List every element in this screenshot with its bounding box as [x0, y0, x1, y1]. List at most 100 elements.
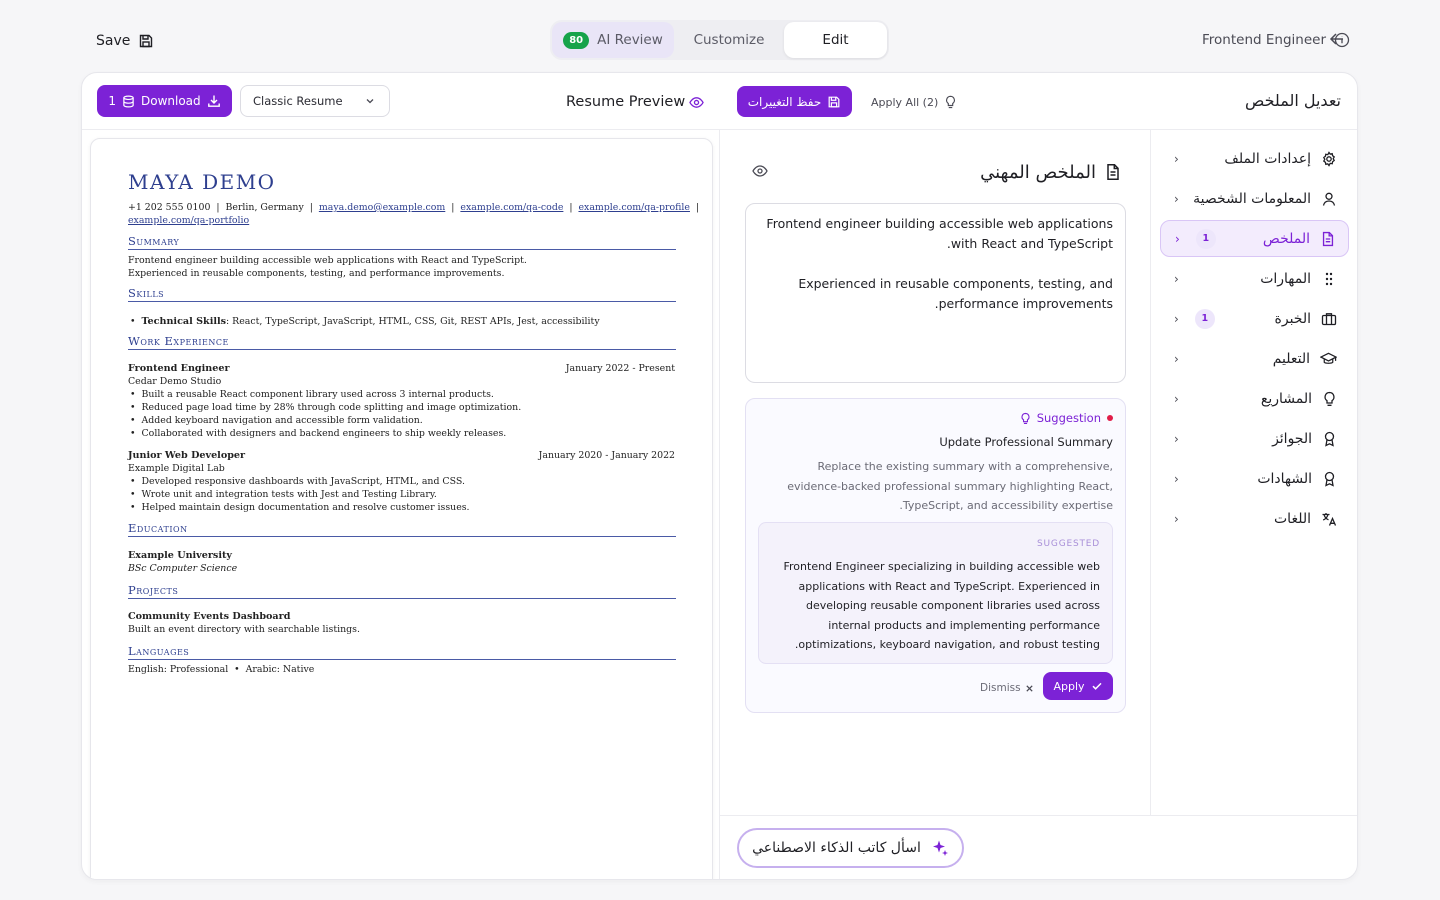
- nav-item-languages[interactable]: › اللغات: [1160, 500, 1349, 537]
- ask-ai-writer-button[interactable]: اسأل كاتب الذكاء الاصطناعي: [737, 828, 964, 868]
- rule: [128, 536, 676, 537]
- nav-label: المشاريع: [1260, 390, 1312, 407]
- chevron-right-icon: ›: [1175, 231, 1180, 246]
- resume-bullet: • Collaborated with designers and backen…: [130, 428, 507, 439]
- resume-bullet-text: Helped maintain design documentation and…: [141, 502, 470, 513]
- suggestion-title: Update Professional Summary: [939, 435, 1113, 449]
- save-changes-label: حفظ التغييرات: [747, 94, 822, 109]
- nav-item-summary[interactable]: › 1 الملخص: [1160, 220, 1349, 257]
- chevron-right-icon: ›: [1174, 511, 1179, 526]
- nav-item-awards[interactable]: › الجوائز: [1160, 420, 1349, 457]
- suggestion-card: Suggestion Update Professional Summary R…: [745, 398, 1126, 713]
- chevron-right-icon: ›: [1174, 151, 1179, 166]
- chevron-down-icon: [365, 96, 375, 106]
- nav-item-education[interactable]: › التعليم: [1160, 340, 1349, 377]
- nav-label: الخبرة: [1274, 310, 1311, 327]
- suggestion-label-row: Suggestion: [1020, 411, 1113, 425]
- mode-tabs: 80 AI Review Customize Edit: [550, 20, 889, 60]
- apply-button[interactable]: Apply: [1043, 672, 1113, 700]
- download-count: 1: [108, 94, 116, 108]
- lightbulb-icon: [1020, 412, 1031, 425]
- tab-ai-review-label: AI Review: [597, 32, 663, 48]
- resume-bullet-text: Developed responsive dashboards with Jav…: [141, 476, 465, 487]
- save-label: Save: [96, 33, 131, 49]
- nav-label: الشهادات: [1257, 470, 1312, 487]
- user-icon: [1321, 191, 1337, 207]
- suggested-label: SUGGESTED: [1037, 539, 1100, 549]
- chevron-right-icon: ›: [1174, 391, 1179, 406]
- suggestion-description: Replace the existing summary with a comp…: [787, 460, 1113, 512]
- nav-label: الجوائز: [1272, 430, 1312, 447]
- rule: [128, 301, 676, 302]
- eye-icon[interactable]: [752, 163, 768, 179]
- nav-badge: 1: [1195, 228, 1216, 249]
- chevron-right-icon: ›: [1174, 191, 1179, 206]
- arrow-left-icon[interactable]: [1328, 30, 1346, 48]
- nav-item-certificates[interactable]: › الشهادات: [1160, 460, 1349, 497]
- tab-edit[interactable]: Edit: [784, 22, 887, 58]
- eye-icon[interactable]: [689, 95, 704, 110]
- save-button[interactable]: Save: [96, 30, 154, 52]
- nav-divider: [1150, 129, 1151, 815]
- resume-bullet-text: Collaborated with designers and backend …: [141, 428, 507, 439]
- chevron-right-icon: ›: [1174, 271, 1179, 286]
- nav-label: إعدادات الملف: [1224, 150, 1311, 167]
- resume-bullet: • Helped maintain design documentation a…: [130, 502, 470, 513]
- resume-skills-value: : React, TypeScript, JavaScript, HTML, C…: [226, 316, 600, 327]
- resume-section-languages: Languages: [128, 644, 190, 658]
- resume-section-skills: Skills: [128, 286, 165, 300]
- nav-label: المعلومات الشخصية: [1193, 190, 1311, 207]
- lightbulb-icon: [1322, 391, 1337, 407]
- check-icon: [1091, 680, 1103, 692]
- dismiss-button[interactable]: Dismiss: [980, 678, 1034, 698]
- document-icon: [1320, 231, 1336, 247]
- nav-item-file-settings[interactable]: › إعدادات الملف: [1160, 140, 1349, 177]
- graduation-cap-icon: [1320, 351, 1337, 367]
- resume-languages-line: English: Professional • Arabic: Native: [128, 664, 315, 675]
- header-divider: [82, 129, 1357, 130]
- resume-link-code[interactable]: example.com/qa-code: [460, 202, 563, 213]
- document-icon: [1104, 163, 1122, 181]
- resume-job-title: Frontend Engineer: [128, 363, 230, 374]
- briefcase-icon: [1321, 311, 1337, 327]
- resume-phone: +1 202 555 0100: [128, 202, 211, 213]
- template-select[interactable]: Classic Resume: [240, 85, 390, 117]
- resume-link-portfolio[interactable]: example.com/qa-portfolio: [128, 214, 249, 227]
- ai-score-badge: 80: [563, 31, 590, 49]
- job-title: Frontend Engineer: [1202, 32, 1326, 48]
- editor-card: 1 Download Classic Resume Resume Preview…: [81, 72, 1358, 880]
- download-button[interactable]: 1 Download: [97, 85, 232, 117]
- resume-section-education: Education: [128, 521, 188, 535]
- resume-name: MAYA DEMO: [128, 170, 276, 194]
- footer-divider: [720, 815, 1357, 816]
- summary-textarea[interactable]: Frontend engineer building accessible we…: [745, 203, 1126, 383]
- resume-email-link[interactable]: maya.demo@example.com: [319, 202, 445, 213]
- resume-section-projects: Projects: [128, 583, 179, 597]
- sparkles-icon: [931, 839, 949, 857]
- rule: [128, 659, 676, 660]
- grid-dots-icon: [1321, 271, 1337, 287]
- section-heading-text: الملخص المهني: [980, 161, 1096, 183]
- apply-all-button[interactable]: Apply All (2): [871, 92, 957, 112]
- save-changes-button[interactable]: حفظ التغييرات: [737, 86, 852, 117]
- chevron-right-icon: ›: [1174, 471, 1179, 486]
- tab-ai-review[interactable]: 80 AI Review: [552, 22, 674, 58]
- nav-item-projects[interactable]: › المشاريع: [1160, 380, 1349, 417]
- resume-bullet: • Reduced page load time by 28% through …: [130, 402, 522, 413]
- section-heading: الملخص المهني: [980, 159, 1122, 185]
- award-icon: [1322, 431, 1337, 447]
- preview-title: Resume Preview: [566, 92, 704, 112]
- resume-skills-line: • Technical Skills: React, TypeScript, J…: [130, 316, 600, 327]
- nav-item-experience[interactable]: › 1 الخبرة: [1160, 300, 1349, 337]
- template-value: Classic Resume: [253, 94, 343, 108]
- database-icon: [122, 95, 135, 108]
- resume-link-profile[interactable]: example.com/qa-profile: [578, 202, 689, 213]
- status-dot: [1107, 415, 1113, 421]
- suggested-text: Frontend Engineer specializing in buildi…: [783, 560, 1101, 651]
- resume-bullet-text: Wrote unit and integration tests with Je…: [141, 489, 437, 500]
- nav-item-skills[interactable]: › المهارات: [1160, 260, 1349, 297]
- tab-customize[interactable]: Customize: [674, 22, 784, 58]
- nav-item-personal-info[interactable]: › المعلومات الشخصية: [1160, 180, 1349, 217]
- resume-bullet: • Developed responsive dashboards with J…: [130, 476, 465, 487]
- chevron-right-icon: ›: [1174, 431, 1179, 446]
